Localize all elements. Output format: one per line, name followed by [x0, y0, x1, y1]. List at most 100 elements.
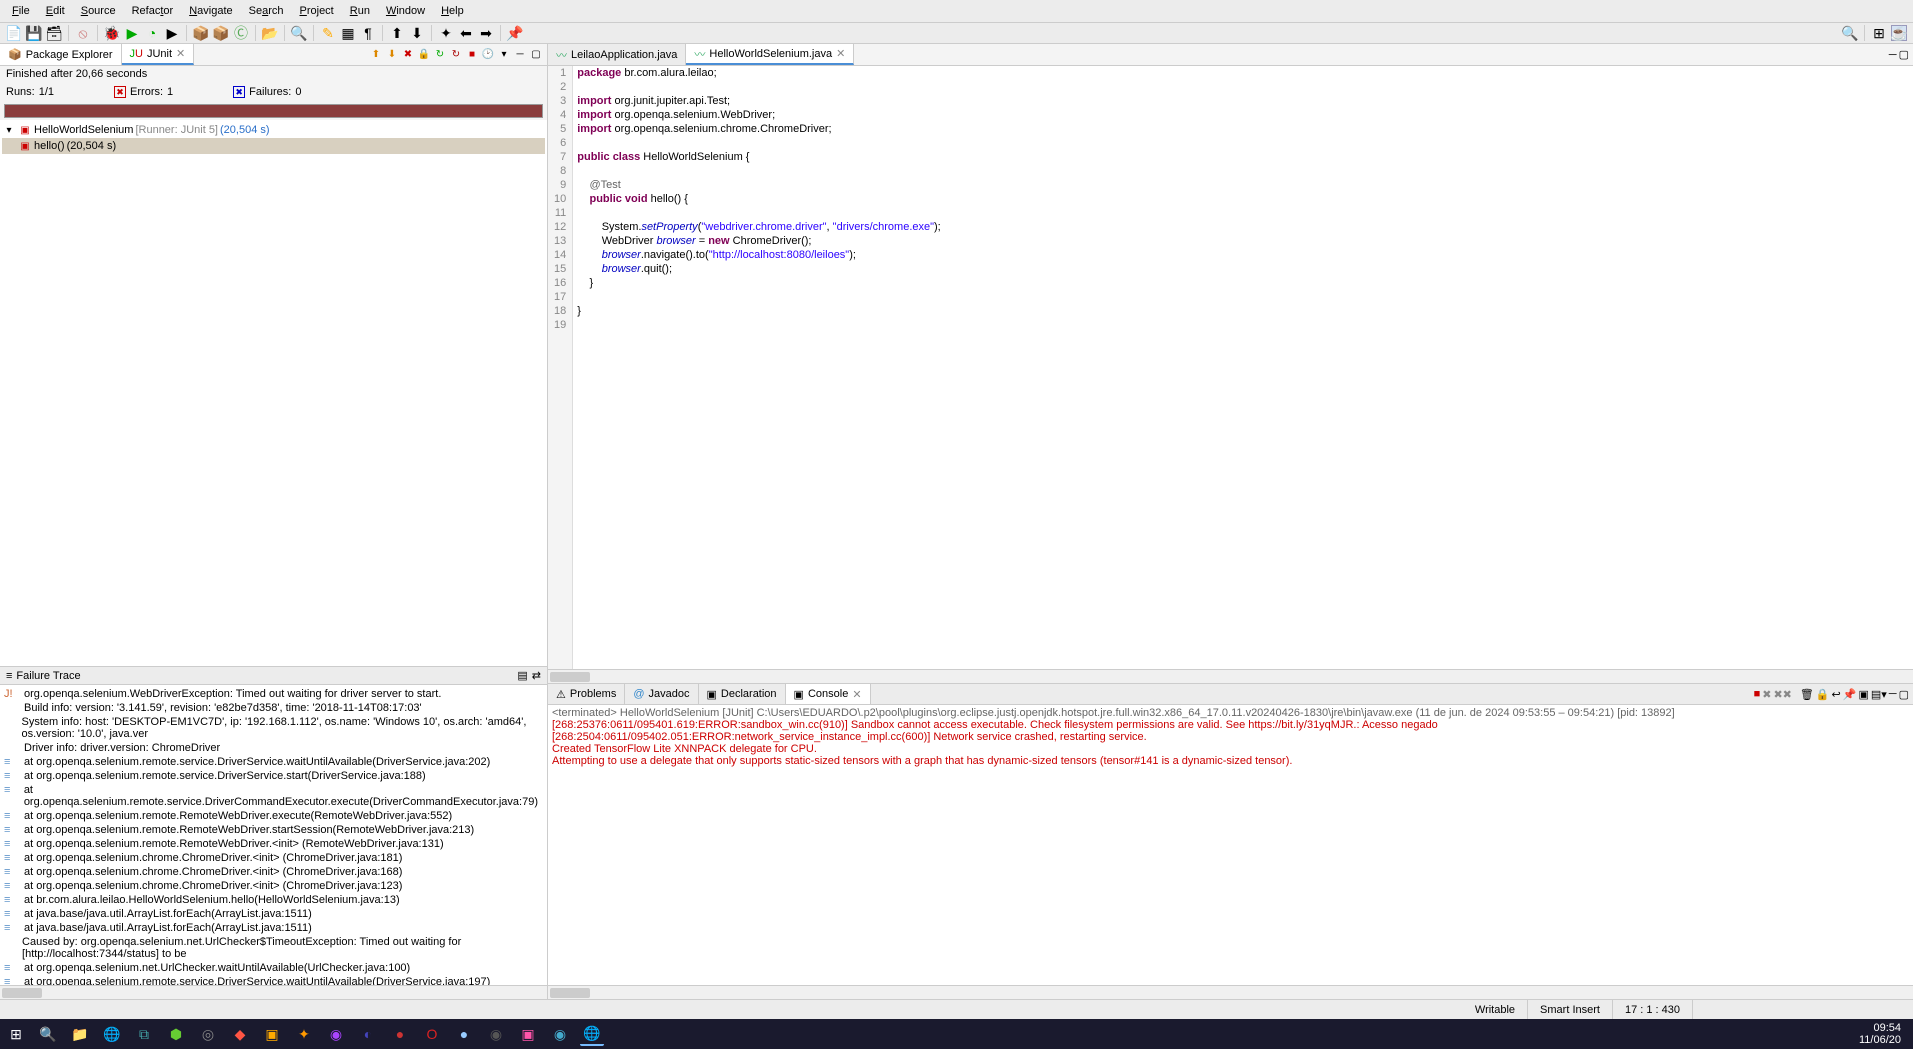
- tab-package-explorer[interactable]: 📦 Package Explorer: [0, 44, 122, 65]
- trace-row[interactable]: ≡at org.openqa.selenium.remote.RemoteWeb…: [4, 823, 543, 837]
- trace-row[interactable]: ≡at org.openqa.selenium.chrome.ChromeDri…: [4, 879, 543, 893]
- minimize-icon[interactable]: ─: [1889, 49, 1897, 61]
- skip-breakpoints-icon[interactable]: ⦸: [75, 25, 91, 41]
- scroll-lock-icon[interactable]: 🔒: [417, 48, 431, 62]
- rerun-icon[interactable]: ↻: [433, 48, 447, 62]
- console-output[interactable]: <terminated> HelloWorldSelenium [JUnit] …: [548, 705, 1913, 985]
- app-icon[interactable]: ●: [388, 1022, 412, 1046]
- trace-row[interactable]: ≡at java.base/java.util.ArrayList.forEac…: [4, 921, 543, 935]
- filter-stack-icon[interactable]: ▤: [517, 669, 527, 682]
- next-annotation-icon[interactable]: ⬇: [409, 25, 425, 41]
- editor-tab-leilao[interactable]: 〰 LeilaoApplication.java: [548, 44, 686, 65]
- pin-editor-icon[interactable]: 📌: [507, 25, 523, 41]
- opera-icon[interactable]: O: [420, 1022, 444, 1046]
- maximize-icon[interactable]: ▢: [1899, 48, 1909, 61]
- menu-source[interactable]: Source: [73, 2, 124, 20]
- open-console-icon[interactable]: ▤▾: [1871, 688, 1887, 701]
- tab-problems[interactable]: ⚠Problems: [548, 684, 625, 704]
- menu-file[interactable]: File: [4, 2, 38, 20]
- start-button[interactable]: ⊞: [4, 1022, 28, 1046]
- remove-all-icon[interactable]: ✖✖: [1773, 688, 1791, 701]
- editor-scrollbar[interactable]: [548, 669, 1913, 683]
- trace-row[interactable]: ≡at org.openqa.selenium.remote.RemoteWeb…: [4, 837, 543, 851]
- node-icon[interactable]: ⬢: [164, 1022, 188, 1046]
- compare-icon[interactable]: ⇄: [532, 669, 541, 682]
- trace-row[interactable]: ≡at org.openqa.selenium.chrome.ChromeDri…: [4, 851, 543, 865]
- new-class-icon[interactable]: Ⓒ: [233, 25, 249, 41]
- edge-icon[interactable]: ◉: [548, 1022, 572, 1046]
- trace-row[interactable]: Caused by: org.openqa.selenium.net.UrlCh…: [4, 935, 543, 961]
- app-icon[interactable]: ✦: [292, 1022, 316, 1046]
- tree-test-row[interactable]: ▣ hello() (20,504 s): [2, 138, 545, 154]
- trace-row[interactable]: ≡at org.openqa.selenium.chrome.ChromeDri…: [4, 865, 543, 879]
- trace-row[interactable]: ≡at org.openqa.selenium.remote.RemoteWeb…: [4, 809, 543, 823]
- trace-row[interactable]: J!org.openqa.selenium.WebDriverException…: [4, 687, 543, 701]
- quick-access-icon[interactable]: 🔍: [1842, 25, 1858, 41]
- rerun-failed-icon[interactable]: ↻: [449, 48, 463, 62]
- git-icon[interactable]: ◆: [228, 1022, 252, 1046]
- failure-trace-list[interactable]: J!org.openqa.selenium.WebDriverException…: [0, 685, 547, 985]
- trace-row[interactable]: ≡at org.openqa.selenium.remote.service.D…: [4, 975, 543, 985]
- menu-navigate[interactable]: Navigate: [181, 2, 240, 20]
- history-icon[interactable]: 🕑: [481, 48, 495, 62]
- run-icon[interactable]: ▶: [124, 25, 140, 41]
- editor-tab-helloworld[interactable]: 〰 HelloWorldSelenium.java ✕: [686, 44, 854, 65]
- remove-launch-icon[interactable]: ✖: [1762, 688, 1771, 701]
- close-icon[interactable]: ✕: [176, 47, 185, 60]
- back-history-icon[interactable]: ⬅: [458, 25, 474, 41]
- system-tray[interactable]: 09:54 11/06/20: [1859, 1022, 1909, 1046]
- coverage-icon[interactable]: ◔: [144, 25, 160, 41]
- vscode-icon[interactable]: ⧉: [132, 1022, 156, 1046]
- close-icon[interactable]: ✕: [836, 47, 845, 60]
- toggle-mark-icon[interactable]: ✎: [320, 25, 336, 41]
- code-content[interactable]: package br.com.alura.leilao; import org.…: [573, 66, 1913, 669]
- chrome-running-icon[interactable]: 🌐: [580, 1022, 604, 1046]
- trace-row[interactable]: ≡at br.com.alura.leilao.HelloWorldSeleni…: [4, 893, 543, 907]
- junit-test-tree[interactable]: ▾ ▣ HelloWorldSelenium [Runner: JUnit 5]…: [0, 120, 547, 666]
- pin-console-icon[interactable]: 📌: [1843, 688, 1857, 701]
- minimize-icon[interactable]: ─: [513, 48, 527, 62]
- trace-row[interactable]: ≡at org.openqa.selenium.remote.service.D…: [4, 755, 543, 769]
- search-icon[interactable]: 🔍: [291, 25, 307, 41]
- tab-junit[interactable]: JU JUnit ✕: [122, 44, 195, 65]
- chrome-icon[interactable]: 🌐: [100, 1022, 124, 1046]
- intellij-icon[interactable]: ▣: [516, 1022, 540, 1046]
- maximize-icon[interactable]: ▢: [1899, 688, 1909, 701]
- run-last-icon[interactable]: ▶: [164, 25, 180, 41]
- trace-row[interactable]: ≡at org.openqa.selenium.remote.service.D…: [4, 783, 543, 809]
- debug-icon[interactable]: 🐞: [104, 25, 120, 41]
- trace-row[interactable]: System info: host: 'DESKTOP-EM1VC7D', ip…: [4, 715, 543, 741]
- app-icon[interactable]: ◎: [196, 1022, 220, 1046]
- toggle-block-icon[interactable]: ▦: [340, 25, 356, 41]
- trace-row[interactable]: ≡at org.openqa.selenium.remote.service.D…: [4, 769, 543, 783]
- menu-edit[interactable]: Edit: [38, 2, 73, 20]
- open-type-icon[interactable]: 📂: [262, 25, 278, 41]
- view-menu-icon[interactable]: ▾: [497, 48, 511, 62]
- menu-project[interactable]: Project: [292, 2, 342, 20]
- expand-icon[interactable]: ▾: [2, 123, 16, 137]
- save-icon[interactable]: 💾: [26, 25, 42, 41]
- java-perspective-icon[interactable]: ☕: [1891, 25, 1907, 41]
- new-package-icon[interactable]: 📦: [193, 25, 209, 41]
- eclipse-icon[interactable]: ◐: [356, 1022, 380, 1046]
- prev-fail-icon[interactable]: ⬆: [369, 48, 383, 62]
- trace-row[interactable]: ≡at org.openqa.selenium.net.UrlChecker.w…: [4, 961, 543, 975]
- trace-row[interactable]: Driver info: driver.version: ChromeDrive…: [4, 741, 543, 755]
- menu-window[interactable]: Window: [378, 2, 433, 20]
- xampp-icon[interactable]: ▣: [260, 1022, 284, 1046]
- tab-console[interactable]: ▣Console✕: [786, 684, 871, 704]
- new-icon[interactable]: 📄: [6, 25, 22, 41]
- tree-suite-row[interactable]: ▾ ▣ HelloWorldSelenium [Runner: JUnit 5]…: [2, 122, 545, 138]
- show-failures-icon[interactable]: ✖: [401, 48, 415, 62]
- trace-row[interactable]: ≡at java.base/java.util.ArrayList.forEac…: [4, 907, 543, 921]
- console-scrollbar[interactable]: [548, 985, 1913, 999]
- code-editor[interactable]: 12345678910111213141516171819 package br…: [548, 66, 1913, 669]
- new-type-icon[interactable]: 📦: [213, 25, 229, 41]
- menu-search[interactable]: Search: [241, 2, 292, 20]
- menu-run[interactable]: Run: [342, 2, 378, 20]
- display-console-icon[interactable]: ▣: [1858, 688, 1868, 701]
- menu-refactor[interactable]: Refactor: [124, 2, 182, 20]
- open-perspective-icon[interactable]: ⊞: [1871, 25, 1887, 41]
- fwd-history-icon[interactable]: ➡: [478, 25, 494, 41]
- close-icon[interactable]: ✕: [852, 688, 861, 701]
